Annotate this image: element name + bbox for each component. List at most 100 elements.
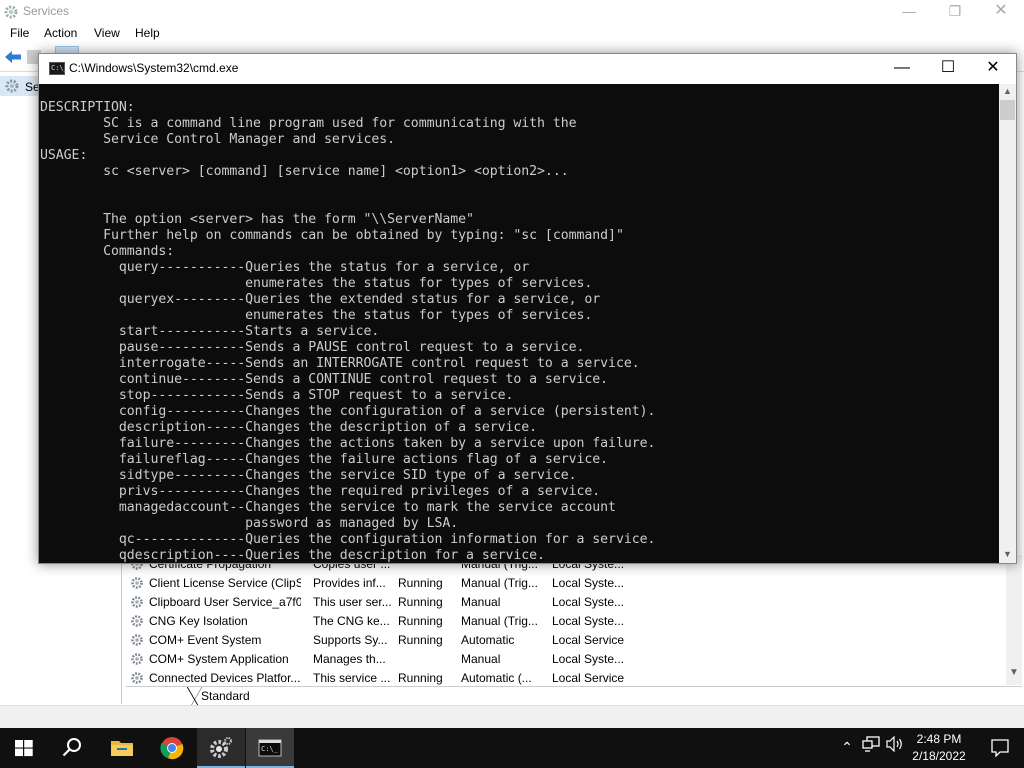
services-gear-icon [210, 737, 232, 758]
cell-status: Running [398, 614, 443, 628]
cell-logon: Local Syste... [552, 595, 625, 609]
cell-status: Running [398, 576, 443, 590]
cell-desc: This service ... [313, 671, 391, 685]
back-arrow-icon[interactable] [4, 50, 22, 64]
cell-name: Clipboard User Service_a7f0... [149, 595, 301, 609]
table-row[interactable]: Client License Service (ClipS... Provides… [126, 574, 1016, 593]
cell-desc: Supports Sy... [313, 633, 388, 647]
console-line: The option <server> has the form "\\Serv… [40, 212, 474, 227]
cell-logon: Local Syste... [552, 576, 625, 590]
console-line: continue--------Sends a CONTINUE control… [40, 372, 609, 387]
show-hidden-icons-chevron-icon[interactable]: ⌃ [836, 736, 858, 760]
cmd-window: C:\_ C:\Windows\System32\cmd.exe — ☐ ✕ D… [38, 53, 1017, 564]
system-clock[interactable]: 2:48 PM 2/18/2022 [908, 731, 970, 765]
service-gear-icon [131, 672, 143, 684]
cmd-title-bar[interactable]: C:\_ C:\Windows\System32\cmd.exe — ☐ ✕ [39, 54, 1016, 84]
cmd-minimize-button[interactable]: — [879, 54, 925, 84]
console-line: failure---------Changes the actions take… [40, 436, 656, 451]
clock-date: 2/18/2022 [912, 749, 966, 763]
console-output-area[interactable]: DESCRIPTION: SC is a command line progra… [39, 84, 999, 563]
console-line: USAGE: [40, 148, 88, 163]
taskbar: C:\_ ⌃ 2:48 PM 2/18/2022 [0, 728, 1024, 768]
console-line: pause-----------Sends a PAUSE control re… [40, 340, 585, 355]
menu-help[interactable]: Help [135, 26, 160, 40]
console-line: Commands: [40, 244, 175, 259]
console-line: enumerates the status for types of servi… [40, 276, 593, 291]
table-row[interactable]: CNG Key Isolation The CNG ke... Running Man… [126, 612, 1016, 631]
svg-text:C:\_: C:\_ [261, 745, 279, 753]
menu-view[interactable]: View [94, 26, 120, 40]
menu-action[interactable]: Action [44, 26, 77, 40]
action-center-button[interactable] [980, 728, 1020, 768]
folder-icon [111, 741, 133, 756]
scroll-down-icon[interactable]: ▼ [1009, 667, 1019, 678]
services-close-button[interactable]: ✕ [978, 0, 1024, 24]
scroll-up-icon[interactable]: ▲ [1003, 86, 1012, 96]
console-line: stop------------Sends a STOP request to … [40, 388, 514, 403]
cell-desc: Provides inf... [313, 576, 386, 590]
tab-standard-label: Standard [201, 689, 250, 703]
chrome-button[interactable] [148, 728, 196, 768]
services-minimize-button[interactable]: — [886, 0, 932, 24]
console-line: qdescription----Queries the description … [40, 548, 545, 563]
table-row[interactable]: Clipboard User Service_a7f0... This user … [126, 593, 1016, 612]
cell-logon: Local Service [552, 671, 625, 685]
cell-startup: Manual (Trig... [461, 576, 538, 590]
console-line: sidtype---------Changes the service SID … [40, 468, 577, 483]
console-line: sc <server> [command] [service name] <op… [40, 164, 569, 179]
console-line: start-----------Starts a service. [40, 324, 380, 339]
tab-standard[interactable]: Standard [186, 687, 272, 705]
search-button[interactable] [48, 728, 96, 768]
menu-file[interactable]: File [10, 26, 29, 40]
table-row[interactable]: COM+ System Application Manages th... Manu… [126, 650, 1016, 669]
console-line: enumerates the status for types of servi… [40, 308, 593, 323]
cmd-title: C:\Windows\System32\cmd.exe [69, 61, 239, 75]
console-line: Service Control Manager and services. [40, 132, 396, 147]
console-line: description-----Changes the description … [40, 420, 538, 435]
service-gear-icon [131, 615, 143, 627]
network-icon[interactable] [860, 736, 882, 760]
cell-desc: The CNG ke... [313, 614, 390, 628]
cell-logon: Local Syste... [552, 614, 625, 628]
table-row[interactable]: COM+ Event System Supports Sy... Running Au… [126, 631, 1016, 650]
console-line: interrogate-----Sends an INTERROGATE con… [40, 356, 640, 371]
cell-name: Connected Devices Platfor... [149, 671, 301, 685]
table-row[interactable]: Connected Devices Platfor... This service… [126, 669, 1016, 685]
windows-logo-icon [15, 740, 33, 757]
start-button[interactable] [0, 728, 48, 768]
services-taskbar-button[interactable] [197, 728, 245, 768]
services-title-bar[interactable]: Services — ❐ ✕ [0, 0, 1024, 24]
notification-icon [991, 739, 1009, 757]
cmd-maximize-button[interactable]: ☐ [925, 54, 971, 84]
cell-desc: Manages th... [313, 652, 386, 666]
service-gear-icon [131, 577, 143, 589]
file-explorer-button[interactable] [98, 728, 146, 768]
cell-desc: This user ser... [313, 595, 392, 609]
cmd-app-icon: C:\_ [49, 62, 68, 75]
clock-time: 2:48 PM [916, 732, 962, 746]
cell-logon: Local Service [552, 633, 625, 647]
services-list: Certificate Propagation Copies user ... Ma… [126, 555, 1022, 685]
network-monitor-icon [862, 736, 880, 752]
cell-logon: Local Syste... [552, 652, 625, 666]
cmd-scrollbar[interactable]: ▲ ▼ [999, 84, 1016, 563]
volume-icon[interactable] [884, 735, 906, 760]
cell-status: Running [398, 633, 443, 647]
cell-startup: Manual [461, 652, 501, 666]
console-line: SC is a command line program used for co… [40, 116, 577, 131]
cmd-taskbar-button[interactable]: C:\_ [246, 728, 294, 768]
console-line: queryex---------Queries the extended sta… [40, 292, 601, 307]
cmd-close-button[interactable]: ✕ [970, 54, 1016, 84]
cell-startup: Manual [461, 595, 501, 609]
command-prompt-icon: C:\_ [258, 739, 282, 757]
console-line: managedaccount--Changes the service to m… [40, 500, 616, 515]
tab-extended[interactable] [126, 687, 203, 705]
scroll-thumb[interactable] [1000, 100, 1015, 120]
console-line: qc--------------Queries the configuratio… [40, 532, 656, 547]
scroll-down-icon[interactable]: ▼ [1003, 549, 1012, 559]
services-maximize-button[interactable]: ❐ [932, 0, 978, 24]
console-line: password as managed by LSA. [40, 516, 459, 531]
services-list-scrollbar[interactable]: ▼ [1006, 555, 1022, 685]
